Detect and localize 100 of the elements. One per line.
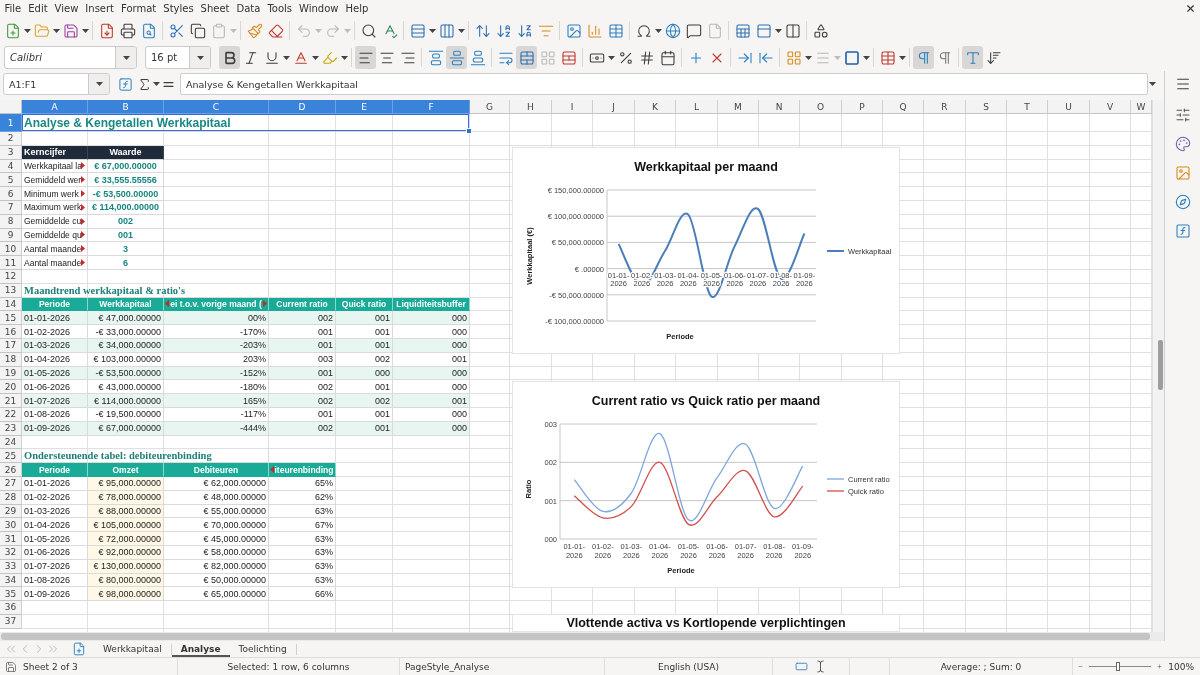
row-header[interactable]: 5 — [0, 173, 22, 188]
caret-icon[interactable] — [1148, 82, 1156, 86]
vertical-scrollbar[interactable] — [1152, 100, 1164, 632]
slider-thumb[interactable] — [1115, 662, 1120, 671]
row-header[interactable]: 20 — [0, 380, 22, 395]
column-header[interactable]: H — [510, 100, 552, 114]
menu-item[interactable]: Format — [117, 0, 160, 17]
column-header[interactable]: M — [718, 100, 759, 114]
caret-icon[interactable] — [122, 55, 130, 60]
row-header[interactable]: 21 — [0, 394, 22, 408]
row-header[interactable]: 2 — [0, 132, 22, 146]
caret-icon[interactable] — [898, 55, 906, 60]
speech-bubble-icon[interactable] — [685, 22, 702, 39]
bold-button[interactable] — [219, 46, 240, 69]
dropdown-button[interactable] — [189, 47, 210, 68]
eraser-icon[interactable] — [267, 22, 284, 39]
function-icon[interactable] — [1174, 223, 1191, 239]
menu-icon[interactable] — [1174, 76, 1191, 92]
row-header[interactable]: 36 — [0, 601, 22, 615]
paintbrush-icon[interactable] — [246, 22, 263, 39]
split-panel-icon[interactable] — [784, 22, 801, 39]
omega-icon[interactable] — [635, 22, 652, 39]
caret-icon[interactable] — [196, 55, 204, 60]
caret-icon[interactable] — [311, 55, 319, 60]
left-to-right-button[interactable] — [913, 46, 934, 69]
dropdown-button[interactable] — [115, 47, 136, 68]
compass-icon[interactable] — [1174, 194, 1191, 210]
file-search-icon[interactable] — [140, 22, 157, 39]
image-icon[interactable] — [1174, 165, 1191, 181]
merge-center-button[interactable] — [516, 46, 537, 69]
caret-icon[interactable] — [340, 55, 348, 60]
file-plus-icon[interactable] — [72, 642, 86, 656]
column-header[interactable]: A — [22, 100, 88, 114]
scissors-icon[interactable] — [168, 22, 185, 39]
caret-icon[interactable] — [654, 28, 662, 33]
column-header[interactable]: W — [1131, 100, 1152, 114]
menu-item[interactable]: Data — [233, 0, 264, 17]
column-header[interactable]: U — [1048, 100, 1090, 114]
formula-input-field[interactable]: Analyse & Kengetallen Werkkapitaal — [180, 73, 1148, 95]
sort-icon[interactable] — [474, 22, 491, 39]
column-header[interactable]: T — [1007, 100, 1048, 114]
hash-icon[interactable] — [638, 49, 655, 66]
caret-icon[interactable] — [457, 28, 465, 33]
row-header[interactable]: 10 — [0, 242, 22, 257]
column-header[interactable]: O — [800, 100, 842, 114]
caret-icon[interactable] — [81, 28, 89, 33]
row-header[interactable]: 16 — [0, 325, 22, 339]
row-header[interactable]: 15 — [0, 311, 22, 326]
font-size-field[interactable]: 16 pt — [145, 46, 211, 69]
column-header[interactable]: E — [336, 100, 393, 114]
caret-icon[interactable] — [774, 28, 782, 33]
search-icon[interactable] — [360, 22, 377, 39]
menu-item[interactable]: File — [1, 0, 25, 17]
column-header[interactable]: P — [842, 100, 883, 114]
rectangle-icon[interactable] — [795, 660, 808, 673]
row-header[interactable]: 31 — [0, 532, 22, 546]
row-header[interactable]: 1 — [0, 114, 22, 132]
row-header[interactable]: 26 — [0, 463, 22, 477]
caret-icon[interactable] — [52, 28, 60, 33]
horizontal-scrollbar[interactable] — [0, 632, 1164, 641]
align-middle-button[interactable] — [446, 46, 467, 69]
sheet-tab[interactable]: Toelichting — [229, 641, 296, 657]
column-header[interactable]: V — [1090, 100, 1131, 114]
table-grid-icon[interactable] — [734, 22, 751, 39]
caret-icon[interactable] — [862, 55, 870, 60]
text-cursor-icon[interactable] — [814, 660, 827, 673]
column-header[interactable]: K — [635, 100, 676, 114]
shapes-icon[interactable] — [812, 22, 829, 39]
text-color-icon[interactable] — [292, 49, 309, 66]
caret-icon[interactable] — [607, 55, 615, 60]
square-icon[interactable] — [843, 49, 860, 66]
close-icon[interactable] — [1185, 3, 1196, 14]
menu-item[interactable]: Help — [342, 0, 372, 17]
menu-item[interactable]: Styles — [159, 0, 198, 17]
menu-item[interactable]: Insert — [81, 0, 118, 17]
fill-handle[interactable] — [466, 128, 472, 134]
column-header[interactable]: Q — [883, 100, 924, 114]
caret-icon[interactable] — [23, 28, 31, 33]
column-header[interactable]: F — [393, 100, 470, 114]
column-header[interactable]: N — [759, 100, 800, 114]
row-header[interactable]: 6 — [0, 187, 22, 201]
scrollbar-thumb[interactable] — [1, 633, 1150, 640]
font-name-field[interactable]: Calibri — [4, 46, 137, 69]
palette-icon[interactable] — [1174, 136, 1191, 152]
column-header[interactable]: R — [924, 100, 966, 114]
sheet-tab[interactable]: Analyse — [171, 641, 230, 657]
column-header[interactable]: D — [269, 100, 336, 114]
table-icon[interactable] — [607, 22, 624, 39]
menu-item[interactable]: Window — [295, 0, 342, 17]
sliders-icon[interactable] — [1174, 107, 1191, 123]
row-header[interactable]: 30 — [0, 518, 22, 533]
image-icon[interactable] — [565, 22, 582, 39]
caret-icon[interactable] — [428, 28, 436, 33]
printer-icon[interactable] — [119, 22, 136, 39]
column-header[interactable]: S — [966, 100, 1007, 114]
file-arrow-icon[interactable] — [98, 22, 115, 39]
copy-icon[interactable] — [189, 22, 206, 39]
caret-icon[interactable] — [152, 82, 160, 86]
column-header[interactable]: I — [552, 100, 593, 114]
calendar-icon[interactable] — [659, 49, 676, 66]
